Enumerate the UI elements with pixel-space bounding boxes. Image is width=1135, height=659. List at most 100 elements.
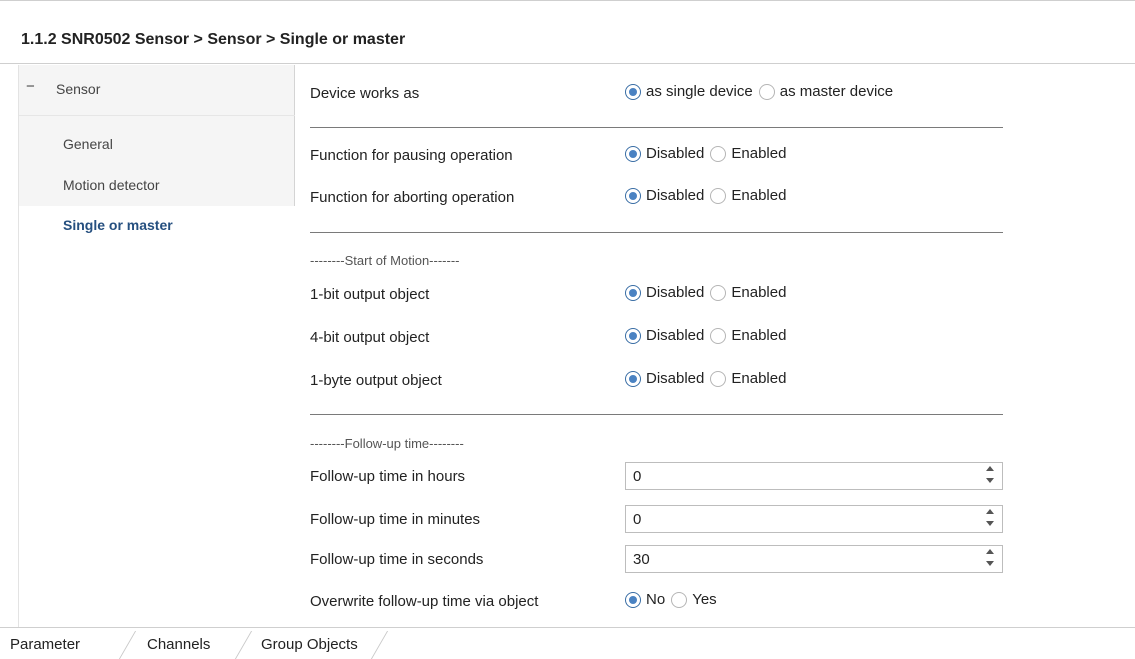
radio-option-label: Enabled bbox=[731, 370, 787, 388]
up-arrow-icon[interactable] bbox=[986, 466, 994, 471]
param-label: Device works as bbox=[310, 85, 420, 102]
sidebar-empty-area bbox=[19, 245, 295, 627]
radio-option[interactable]: Disabled bbox=[625, 327, 706, 345]
sidebar-item-motion-detector[interactable]: Motion detector bbox=[19, 170, 295, 200]
sidebar-item-single-or-master[interactable]: Single or master bbox=[19, 206, 295, 246]
param-label: 4-bit output object bbox=[310, 329, 430, 346]
sidebar-item-general[interactable]: General bbox=[19, 129, 295, 159]
radio-unselected-icon[interactable] bbox=[710, 327, 727, 344]
radio-option[interactable]: Enabled bbox=[710, 284, 788, 302]
radio-option-label: as master device bbox=[779, 83, 894, 101]
radio-option[interactable]: as single device bbox=[625, 83, 755, 101]
radio-option[interactable]: Enabled bbox=[710, 145, 788, 163]
down-arrow-icon[interactable] bbox=[986, 521, 994, 526]
radio-dot-icon bbox=[629, 595, 637, 604]
sidebar-root-label: Sensor bbox=[56, 81, 101, 97]
radio-option[interactable]: Enabled bbox=[710, 187, 788, 205]
radio-option[interactable]: Disabled bbox=[625, 370, 706, 388]
separator bbox=[310, 414, 1003, 415]
down-arrow-icon[interactable] bbox=[986, 561, 994, 566]
radio-selected-icon[interactable] bbox=[625, 187, 641, 204]
param-row-aborting: Function for aborting operation Disabled… bbox=[310, 183, 1130, 213]
radio-option-label: Enabled bbox=[731, 327, 787, 345]
param-label: Follow-up time in hours bbox=[310, 468, 466, 485]
minutes-spinbox[interactable]: 0 bbox=[625, 505, 1003, 533]
collapse-icon[interactable]: − bbox=[26, 78, 35, 95]
divider bbox=[19, 115, 295, 116]
tab-divider bbox=[370, 631, 389, 659]
radio-group: Disabled Enabled bbox=[625, 370, 792, 392]
hours-spinbox[interactable]: 0 bbox=[625, 462, 1003, 490]
radio-option[interactable]: No bbox=[625, 591, 667, 609]
tab-divider bbox=[118, 631, 137, 659]
radio-unselected-icon[interactable] bbox=[710, 187, 727, 204]
radio-dot-icon bbox=[629, 191, 637, 200]
radio-unselected-icon[interactable] bbox=[758, 83, 775, 100]
param-label: Function for aborting operation bbox=[310, 189, 515, 206]
radio-option[interactable]: Disabled bbox=[625, 284, 706, 302]
radio-selected-icon[interactable] bbox=[625, 327, 641, 344]
param-label: Follow-up time in seconds bbox=[310, 551, 484, 568]
radio-option-label: as single device bbox=[646, 83, 753, 101]
spinner-arrows[interactable] bbox=[986, 509, 994, 529]
tab-channels[interactable]: Channels bbox=[147, 636, 210, 653]
param-row-device-works-as: Device works as as single device as maste… bbox=[310, 79, 1130, 109]
radio-dot-icon bbox=[629, 149, 637, 158]
radio-unselected-icon[interactable] bbox=[671, 591, 688, 608]
tab-parameter[interactable]: Parameter bbox=[10, 636, 80, 653]
radio-dot-icon bbox=[629, 288, 637, 297]
sidebar-item-label: Motion detector bbox=[63, 177, 160, 193]
parameter-panel: Device works as as single device as maste… bbox=[296, 65, 1135, 627]
param-label: Overwrite follow-up time via object bbox=[310, 593, 539, 610]
radio-unselected-icon[interactable] bbox=[710, 370, 727, 387]
radio-dot-icon bbox=[629, 374, 637, 383]
radio-group: as single device as master device bbox=[625, 83, 899, 105]
param-row-4bit-output: 4-bit output object Disabled Enabled bbox=[310, 323, 1130, 353]
param-row-pausing: Function for pausing operation Disabled E… bbox=[310, 141, 1130, 171]
param-label: 1-bit output object bbox=[310, 286, 430, 303]
radio-group: No Yes bbox=[625, 591, 723, 613]
seconds-spinbox[interactable]: 30 bbox=[625, 545, 1003, 573]
radio-option-label: Enabled bbox=[731, 145, 787, 163]
radio-selected-icon[interactable] bbox=[625, 591, 641, 608]
radio-option[interactable]: Disabled bbox=[625, 145, 706, 163]
spinner-arrows[interactable] bbox=[986, 466, 994, 486]
radio-option[interactable]: Enabled bbox=[710, 327, 788, 345]
radio-option[interactable]: Yes bbox=[671, 591, 718, 609]
up-arrow-icon[interactable] bbox=[986, 509, 994, 514]
param-label: 1-byte output object bbox=[310, 372, 442, 389]
radio-selected-icon[interactable] bbox=[625, 83, 641, 100]
spinbox-value: 0 bbox=[633, 511, 642, 528]
tab-divider bbox=[234, 631, 253, 659]
spinbox-value: 0 bbox=[633, 468, 642, 485]
radio-selected-icon[interactable] bbox=[625, 145, 641, 162]
down-arrow-icon[interactable] bbox=[986, 478, 994, 483]
radio-option[interactable]: Enabled bbox=[710, 370, 788, 388]
tab-group-objects[interactable]: Group Objects bbox=[261, 636, 358, 653]
param-label: Function for pausing operation bbox=[310, 147, 513, 164]
radio-option-label: Enabled bbox=[731, 187, 787, 205]
spinner-arrows[interactable] bbox=[986, 549, 994, 569]
param-row-1bit-output: 1-bit output object Disabled Enabled bbox=[310, 280, 1130, 310]
radio-group: Disabled Enabled bbox=[625, 145, 792, 167]
param-row-follow-up-hours: Follow-up time in hours 0 bbox=[310, 462, 1130, 492]
radio-option[interactable]: Disabled bbox=[625, 187, 706, 205]
radio-selected-icon[interactable] bbox=[625, 370, 641, 387]
section-heading-start-of-motion: --------Start of Motion------- bbox=[310, 253, 460, 268]
bottom-tab-bar: Parameter Channels Group Objects bbox=[0, 627, 1135, 659]
sidebar-root-sensor[interactable]: − Sensor bbox=[19, 65, 295, 116]
breadcrumb: 1.1.2 SNR0502 Sensor > Sensor > Single o… bbox=[21, 31, 406, 48]
radio-group: Disabled Enabled bbox=[625, 187, 792, 209]
radio-option[interactable]: as master device bbox=[758, 83, 895, 101]
param-row-follow-up-minutes: Follow-up time in minutes 0 bbox=[310, 505, 1130, 535]
radio-selected-icon[interactable] bbox=[625, 284, 641, 301]
separator bbox=[310, 232, 1003, 233]
separator bbox=[310, 127, 1003, 128]
radio-option-label: No bbox=[646, 591, 666, 609]
radio-option-label: Enabled bbox=[731, 284, 787, 302]
radio-option-label: Disabled bbox=[646, 145, 705, 163]
param-row-overwrite: Overwrite follow-up time via object No Ye… bbox=[310, 587, 1130, 617]
radio-unselected-icon[interactable] bbox=[710, 284, 727, 301]
up-arrow-icon[interactable] bbox=[986, 549, 994, 554]
radio-unselected-icon[interactable] bbox=[710, 145, 727, 162]
